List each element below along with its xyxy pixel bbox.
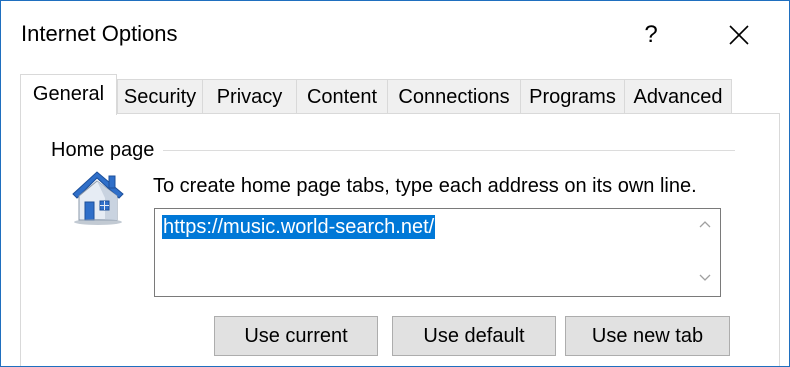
group-divider — [163, 150, 735, 151]
internet-options-dialog: Internet Options ? General Security Priv… — [0, 0, 790, 367]
use-default-button[interactable]: Use default — [392, 316, 556, 356]
tab-general[interactable]: General — [20, 74, 117, 115]
home-page-url-textarea[interactable]: https://music.world-search.net/ — [154, 208, 721, 297]
scroll-up-icon[interactable] — [698, 219, 712, 229]
scroll-down-icon[interactable] — [698, 273, 712, 283]
title-bar[interactable]: Internet Options ? — [1, 1, 789, 65]
window-title: Internet Options — [21, 21, 178, 46]
home-page-instruction: To create home page tabs, type each addr… — [153, 175, 697, 197]
tab-strip: General Security Privacy Content Connect… — [20, 74, 780, 115]
close-button[interactable] — [719, 15, 759, 55]
tab-advanced[interactable]: Advanced — [624, 79, 732, 113]
tab-privacy[interactable]: Privacy — [202, 79, 297, 113]
tab-security[interactable]: Security — [117, 79, 203, 113]
close-icon — [729, 25, 749, 45]
house-icon — [67, 168, 129, 226]
use-new-tab-button[interactable]: Use new tab — [565, 316, 730, 356]
textarea-scrollbar[interactable] — [690, 209, 720, 296]
tab-connections[interactable]: Connections — [387, 79, 521, 113]
help-button[interactable]: ? — [631, 15, 671, 55]
tab-programs[interactable]: Programs — [520, 79, 625, 113]
use-current-button[interactable]: Use current — [214, 316, 378, 356]
home-page-url-value[interactable]: https://music.world-search.net/ — [162, 215, 436, 239]
tab-content[interactable]: Content — [296, 79, 388, 113]
general-tab-panel: Home page To create home page tabs, type… — [20, 113, 780, 366]
home-page-group-label: Home page — [51, 139, 163, 162]
